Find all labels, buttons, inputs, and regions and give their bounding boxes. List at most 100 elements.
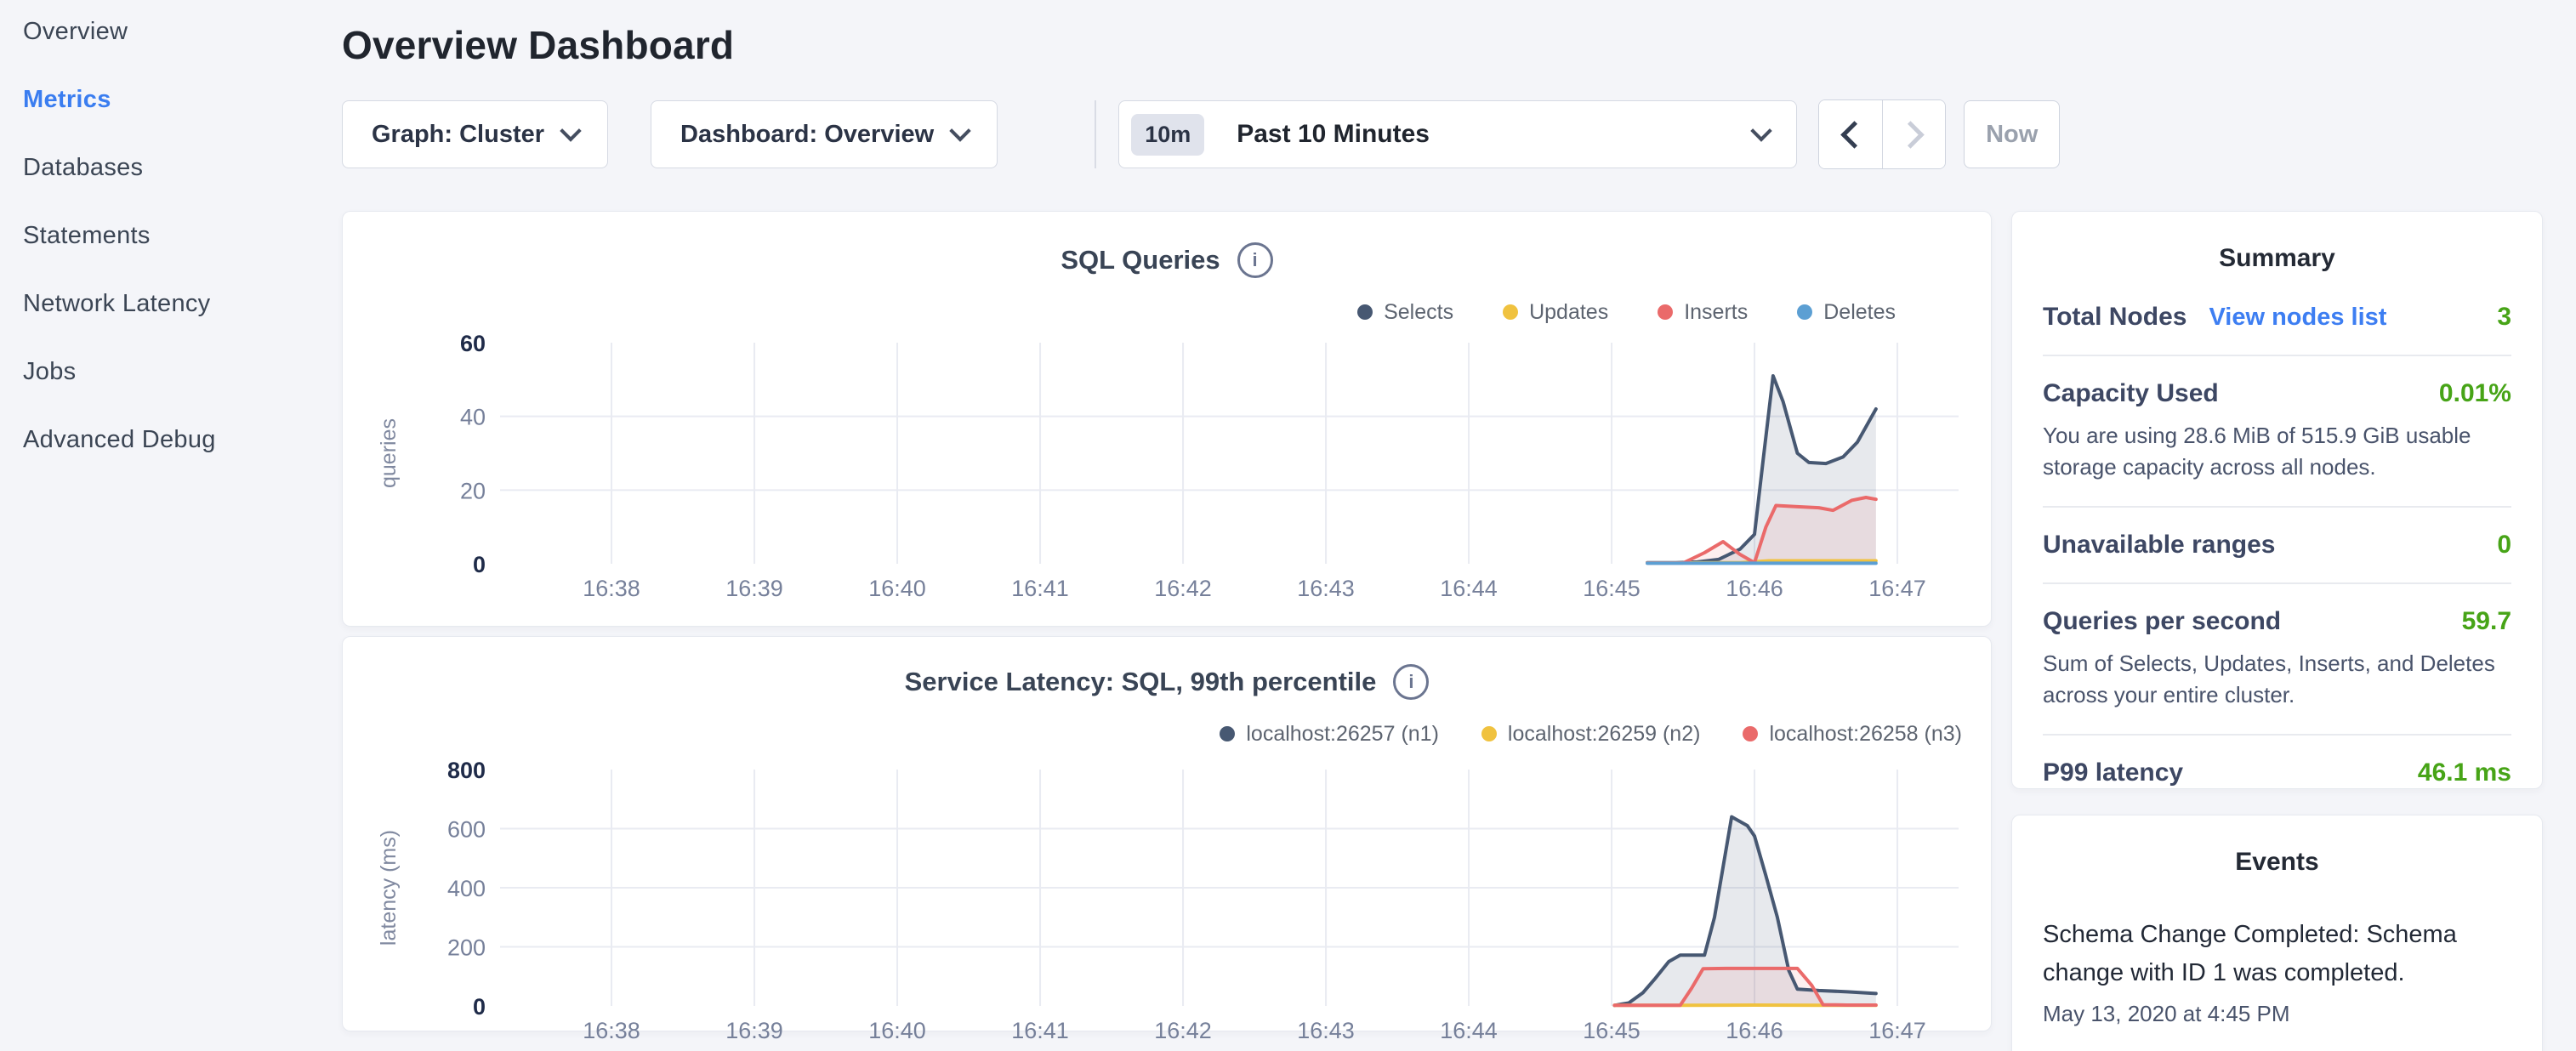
x-tick-label: 16:44 [1440,576,1498,601]
summary-label: Total Nodes [2043,303,2186,332]
sidebar-item-advanced-debug[interactable]: Advanced Debug [23,427,340,452]
info-icon[interactable]: i [1393,664,1429,700]
x-tick-label: 16:43 [1297,1018,1355,1043]
legend-label: Updates [1529,300,1608,325]
time-prev-button[interactable] [1819,100,1882,168]
legend-item-selects[interactable]: Selects [1357,300,1453,325]
time-next-button[interactable] [1882,100,1945,168]
event-text: Schema Change Completed: Schema change w… [2043,916,2511,992]
events-title: Events [2043,848,2511,877]
x-tick-label: 16:47 [1868,1018,1926,1043]
legend-label: Inserts [1684,300,1748,325]
x-tick-label: 16:42 [1154,1018,1212,1043]
dashboard-dropdown[interactable]: Dashboard: Overview [651,100,998,168]
info-glyph: i [1408,671,1413,693]
main-content: Overview Dashboard Graph: Cluster Dashbo… [342,0,2576,1051]
chevron-down-icon [1750,120,1771,141]
y-axis-unit-label: latency (ms) [377,830,401,946]
chart-title: SQL Queries [1061,245,1220,276]
summary-row-unavailable: Unavailable ranges 0 [2043,506,2511,582]
page-title: Overview Dashboard [342,22,2576,68]
legend-label: localhost:26257 (n1) [1246,722,1439,747]
view-nodes-link[interactable]: View nodes list [2209,304,2386,332]
x-tick-label: 16:45 [1583,576,1641,601]
summary-label: P99 latency [2043,758,2183,787]
charts-column: SQL Queries i Selects Updates Inserts De… [342,211,1992,1051]
summary-row-capacity: Capacity Used 0.01% You are using 28.6 M… [2043,355,2511,506]
x-tick-label: 16:41 [1011,576,1069,601]
time-nav-buttons [1818,99,1946,169]
x-tick-label: 16:41 [1011,1018,1069,1043]
legend-label: localhost:26258 (n3) [1769,722,1962,747]
service-latency-chart[interactable]: 16:3816:3916:4016:4116:4216:4316:4416:45… [360,754,1976,1051]
dashboard-content: SQL Queries i Selects Updates Inserts De… [342,211,2576,1051]
legend-dot [1357,304,1373,320]
legend-item-deletes[interactable]: Deletes [1797,300,1896,325]
x-tick-label: 16:44 [1440,1018,1498,1043]
sidebar: Overview Metrics Databases Statements Networ… [0,0,340,1051]
chevron-down-icon [949,120,970,141]
event-timestamp: May 13, 2020 at 4:45 PM [2043,1001,2511,1027]
chart-title-row: SQL Queries i [343,242,1991,278]
legend-item-inserts[interactable]: Inserts [1658,300,1748,325]
y-tick-label: 40 [460,405,486,430]
sidebar-item-metrics[interactable]: Metrics [23,87,340,112]
summary-caption: You are using 28.6 MiB of 515.9 GiB usab… [2043,420,2511,483]
summary-value: 46.1 ms [2418,758,2511,787]
legend-item-node3[interactable]: localhost:26258 (n3) [1743,722,1962,747]
right-column: Summary Total Nodes View nodes list 3 Ca… [2011,211,2543,1051]
sidebar-item-jobs[interactable]: Jobs [23,359,340,384]
sql-queries-chart[interactable]: 16:3816:3916:4016:4116:4216:4316:4416:45… [360,332,1976,613]
summary-label: Capacity Used [2043,379,2219,408]
legend-dot [1658,304,1673,320]
graph-dropdown[interactable]: Graph: Cluster [342,100,608,168]
legend-item-updates[interactable]: Updates [1503,300,1608,325]
now-button[interactable]: Now [1964,100,2060,168]
legend-dot [1481,726,1497,741]
event-item[interactable]: Schema Change Completed: Schema change w… [2043,916,2511,1027]
x-tick-label: 16:42 [1154,576,1212,601]
y-tick-label: 600 [447,817,486,843]
app: Overview Metrics Databases Statements Networ… [0,0,2576,1051]
time-range-badge: 10m [1131,114,1204,156]
legend-dot [1220,726,1235,741]
x-tick-label: 16:43 [1297,576,1355,601]
sidebar-item-network-latency[interactable]: Network Latency [23,291,340,316]
legend-item-node2[interactable]: localhost:26259 (n2) [1481,722,1701,747]
summary-value: 3 [2497,303,2511,332]
summary-value: 59.7 [2462,607,2511,636]
summary-row-total-nodes: Total Nodes View nodes list 3 [2043,280,2511,355]
time-range-label: Past 10 Minutes [1237,120,1430,149]
summary-label: Unavailable ranges [2043,531,2275,560]
time-range-dropdown[interactable]: 10m Past 10 Minutes [1118,100,1797,168]
service-latency-card: Service Latency: SQL, 99th percentile i … [342,636,1992,1031]
y-tick-label: 20 [460,478,486,503]
x-tick-label: 16:40 [868,1018,926,1043]
events-card: Events Schema Change Completed: Schema c… [2011,815,2543,1051]
legend-dot [1743,726,1758,741]
y-tick-label: 400 [447,876,486,901]
summary-row-p99: P99 latency 46.1 ms [2043,734,2511,810]
legend-item-node1[interactable]: localhost:26257 (n1) [1220,722,1439,747]
x-tick-label: 16:40 [868,576,926,601]
sql-queries-card: SQL Queries i Selects Updates Inserts De… [342,211,1992,627]
chart-title: Service Latency: SQL, 99th percentile [905,667,1377,697]
y-tick-label: 0 [473,994,486,1020]
summary-card: Summary Total Nodes View nodes list 3 Ca… [2011,211,2543,789]
x-tick-label: 16:46 [1726,1018,1783,1043]
x-tick-label: 16:39 [725,1018,783,1043]
y-tick-label: 60 [460,332,486,356]
chevron-down-icon [560,120,581,141]
legend-label: Deletes [1823,300,1896,325]
chevron-left-icon [1840,121,1868,149]
sidebar-item-databases[interactable]: Databases [23,155,340,180]
info-icon[interactable]: i [1237,242,1273,278]
y-tick-label: 0 [473,552,486,577]
sidebar-item-overview[interactable]: Overview [23,19,340,44]
legend-dot [1503,304,1518,320]
summary-row-qps: Queries per second 59.7 Sum of Selects, … [2043,582,2511,734]
dashboard-dropdown-label: Dashboard: Overview [680,121,934,149]
y-tick-label: 200 [447,935,486,961]
sidebar-item-statements[interactable]: Statements [23,223,340,248]
info-glyph: i [1253,249,1258,271]
